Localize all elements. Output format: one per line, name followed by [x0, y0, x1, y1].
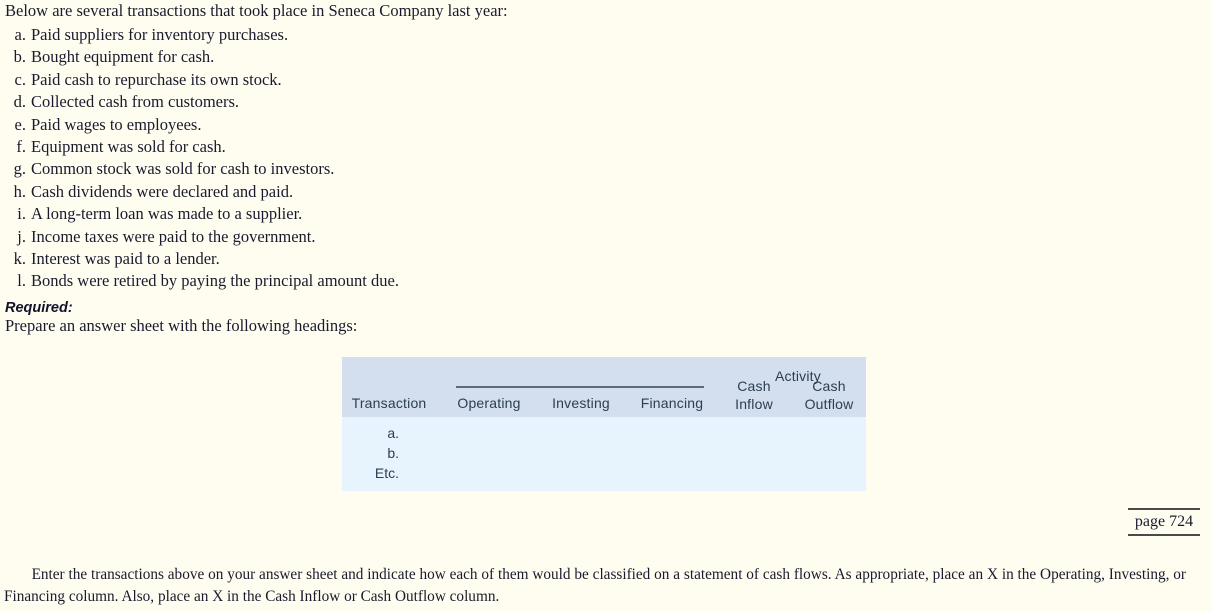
list-item-text: Common stock was sold for cash to invest…	[31, 159, 335, 179]
column-header-cash-outflow: Cash Outflow	[805, 377, 854, 413]
list-item-letter: g.	[13, 159, 26, 179]
column-header-financing: Financing	[640, 395, 704, 411]
column-header-investing: Investing	[552, 395, 610, 411]
list-item: e. Paid wages to employees.	[5, 114, 605, 136]
list-item-letter: b.	[13, 47, 26, 67]
list-item-text: Paid cash to repurchase its own stock.	[31, 69, 282, 89]
list-item: k. Interest was paid to a lender.	[5, 248, 605, 270]
list-item-letter: d.	[13, 92, 26, 112]
list-item-text: A long-term loan was made to a supplier.	[31, 204, 303, 224]
list-item-text: Income taxes were paid to the government…	[31, 226, 316, 246]
list-item-text: Equipment was sold for cash.	[31, 136, 226, 156]
list-item-letter: a.	[14, 25, 26, 44]
list-item: a. Paid suppliers for inventory purchase…	[5, 24, 605, 46]
list-item-letter: h.	[13, 181, 26, 201]
table-row: b.	[387, 445, 399, 461]
intro-paragraph: Below are several transactions that took…	[5, 1, 508, 20]
list-item: c. Paid cash to repurchase its own stock…	[5, 69, 605, 91]
list-item-letter: l.	[17, 271, 26, 291]
column-header-operating: Operating	[457, 395, 521, 411]
transaction-column-cells: a. b. Etc.	[342, 423, 399, 483]
list-item: g. Common stock was sold for cash to inv…	[5, 158, 605, 180]
list-item: l. Bonds were retired by paying the prin…	[5, 270, 605, 292]
list-item: b. Bought equipment for cash.	[5, 46, 605, 68]
column-header-cash-inflow: Cash Inflow	[735, 377, 773, 413]
cash-inflow-line1: Cash	[737, 378, 771, 394]
activity-group-rule	[456, 386, 704, 388]
list-item-letter: k.	[13, 248, 26, 268]
list-item: d. Collected cash from customers.	[5, 91, 605, 113]
list-item-letter: c.	[14, 69, 26, 89]
table-body: a. b. Etc.	[342, 417, 866, 491]
table-row: Etc.	[374, 465, 399, 481]
cash-inflow-line2: Inflow	[735, 396, 773, 412]
list-item: j. Income taxes were paid to the governm…	[5, 226, 605, 248]
list-item-text: Paid wages to employees.	[31, 114, 202, 134]
list-item-text: Bought equipment for cash.	[31, 47, 215, 67]
answer-sheet-table: Activity Transaction Operating Investing…	[342, 357, 866, 491]
table-row: a.	[387, 425, 399, 441]
list-item-letter: j.	[17, 226, 26, 246]
list-item: i. A long-term loan was made to a suppli…	[5, 203, 605, 225]
page-number: page 724	[1128, 508, 1200, 536]
column-header-transaction: Transaction	[351, 395, 427, 411]
list-item: h. Cash dividends were declared and paid…	[5, 181, 605, 203]
list-item-letter: f.	[16, 136, 26, 156]
cash-outflow-line1: Cash	[812, 378, 846, 394]
transaction-list: a. Paid suppliers for inventory purchase…	[5, 24, 605, 293]
list-item-text: Collected cash from customers.	[31, 92, 240, 112]
list-item-text: Bonds were retired by paying the princip…	[31, 271, 399, 291]
list-item-text: Paid suppliers for inventory purchases.	[31, 25, 289, 44]
required-instruction: Prepare an answer sheet with the followi…	[5, 316, 358, 335]
list-item-text: Cash dividends were declared and paid.	[31, 181, 294, 201]
list-item-letter: e.	[14, 114, 26, 134]
cash-outflow-line2: Outflow	[804, 396, 854, 412]
list-item-letter: i.	[17, 204, 26, 224]
list-item-text: Interest was paid to a lender.	[31, 248, 220, 268]
document-page: Below are several transactions that took…	[0, 0, 1212, 611]
closing-paragraph: Enter the transactions above on your ans…	[4, 566, 1187, 605]
list-item: f. Equipment was sold for cash.	[5, 136, 605, 158]
table-header: Activity Transaction Operating Investing…	[342, 357, 866, 417]
